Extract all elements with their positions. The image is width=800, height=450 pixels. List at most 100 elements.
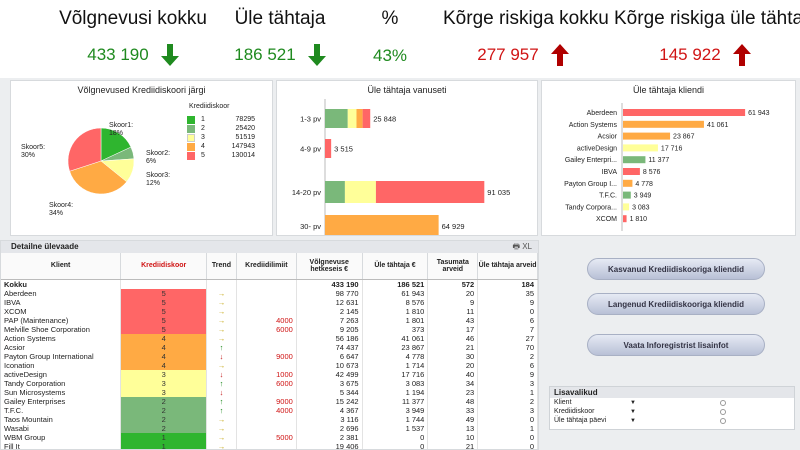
score-cell: 3 (120, 378, 207, 388)
bar[interactable] (623, 120, 704, 128)
overdue-cell: 1 810 (362, 306, 429, 316)
col-unpaid[interactable]: Tasumata arveid (427, 253, 479, 280)
dropdown-icon[interactable]: ▼ (630, 409, 638, 415)
option-row[interactable]: Klient ▼ (550, 398, 794, 407)
table-row[interactable]: T.F.C. 2 ↑ 4000 4 367 3 949 33 3 (1, 405, 538, 415)
table-row[interactable]: Melville Shoe Corporation 5 → 6000 9 205 373 1… (1, 324, 538, 334)
category-label: Aberdeen (587, 110, 617, 117)
bar[interactable] (623, 109, 746, 116)
pie-chart[interactable]: Skoor1: 18% Skoor2: 6% Skoor3: 12% Skoor4: 34% S… (11, 95, 181, 235)
col-client[interactable]: Klient (1, 253, 122, 280)
bar-segment[interactable] (362, 109, 371, 128)
col-score[interactable]: Krediidiskoor (120, 253, 207, 280)
kpi-high-risk-overdue: Kõrge riskiga üle tähtaja 145 922 (614, 8, 800, 66)
col-overdue-invoices[interactable]: Üle tähtaja arveid (477, 253, 538, 280)
table-row[interactable]: Sun Microsystems 3 ↓ 5 344 1 194 23 1 (1, 387, 538, 397)
table-row[interactable]: Tandy Corporation 3 ↑ 6000 3 675 3 083 34 3 (1, 378, 538, 388)
legend-swatch (187, 151, 195, 160)
limit-cell: 4000 (236, 405, 297, 415)
limit-cell (236, 288, 297, 298)
export-icons[interactable]: 🖶 XL (512, 241, 532, 253)
table-row[interactable]: Aberdeen 5 → 98 770 61 943 20 35 (1, 288, 538, 298)
unpaid-cell: 13 (427, 423, 479, 433)
bar-segment[interactable] (325, 139, 332, 158)
table-row[interactable]: activeDesign 3 ↓ 1000 42 499 17 716 40 9 (1, 369, 538, 379)
overdue-invoices-cell: 184 (477, 279, 538, 289)
limit-cell (236, 414, 297, 424)
clients-chart[interactable]: Aberdeen 61 943 Action Systems 41 061 Acsior… (542, 95, 795, 235)
decreased-score-button[interactable]: Langenud Krediidiskooriga kliendid (587, 293, 765, 315)
overdue-invoices-cell: 9 (477, 297, 538, 307)
table-row[interactable]: Action Systems 4 → 56 186 41 061 46 27 (1, 333, 538, 343)
category-label: Tandy Corpora... (565, 204, 617, 211)
bar-segment[interactable] (325, 215, 439, 235)
table-row[interactable]: Gailey Enterprises 2 ↑ 9000 15 242 11 377 48 2 (1, 396, 538, 406)
options-title: Lisavalikud (550, 387, 794, 398)
category-label: IBVA (602, 169, 618, 176)
bar[interactable] (623, 191, 631, 199)
table-row[interactable]: Acsior 4 ↑ 74 437 23 867 21 70 (1, 342, 538, 352)
bar-segment[interactable] (325, 109, 348, 128)
bar[interactable] (623, 156, 646, 164)
balance-cell: 3 675 (296, 378, 363, 388)
table-row[interactable]: Fill It 1 → 19 406 0 21 0 (1, 441, 538, 449)
bar[interactable] (623, 179, 633, 187)
radio-button[interactable] (720, 399, 726, 406)
table-row[interactable]: Iconation 4 → 10 673 1 714 20 6 (1, 360, 538, 370)
bar-segment[interactable] (375, 181, 485, 203)
radio-button[interactable] (720, 408, 726, 415)
bar[interactable] (623, 215, 627, 223)
bar-segment[interactable] (344, 181, 376, 203)
limit-cell (236, 441, 297, 449)
legend-title: Krediidiskoor (189, 103, 230, 110)
bar-value-label: 64 929 (442, 222, 465, 231)
slice-label: Skoor3: 12% (146, 172, 170, 187)
table-total-row[interactable]: Kokku 433 190 186 521 572 184 (1, 279, 538, 289)
bar[interactable] (623, 132, 671, 140)
option-label: Klient (554, 399, 572, 406)
col-balance[interactable]: Võlgnevuse hetkeseis € (296, 253, 363, 280)
radio-button[interactable] (720, 417, 726, 424)
overdue-invoices-cell: 27 (477, 333, 538, 343)
dropdown-icon[interactable]: ▼ (630, 418, 638, 424)
table-row[interactable]: XCOM 5 → 2 145 1 810 11 0 (1, 306, 538, 316)
bar-value-label: 8 576 (643, 169, 661, 176)
bar-value-label: 17 716 (661, 145, 683, 152)
kpi-bar: Võlgnevusi kokku 433 190 Üle tähtaja 186… (0, 0, 800, 78)
table-row[interactable]: IBVA 5 → 12 631 8 576 9 9 (1, 297, 538, 307)
overdue-cell: 3 083 (362, 378, 429, 388)
inforegister-button[interactable]: Vaata Inforegistrist lisainfot (587, 334, 765, 356)
overdue-invoices-cell: 3 (477, 378, 538, 388)
overdue-cell: 373 (362, 324, 429, 334)
bar-segment[interactable] (347, 109, 357, 128)
table-row[interactable]: Wasabi 2 → 2 696 1 537 13 1 (1, 423, 538, 433)
option-row[interactable]: Krediidiskoor ▼ (550, 407, 794, 416)
bar[interactable] (623, 203, 630, 211)
bar-segment[interactable] (325, 181, 345, 203)
trend-cell: → (206, 423, 237, 433)
table-row[interactable]: Payton Group International 4 ↓ 9000 6 647 4 7… (1, 351, 538, 361)
bar[interactable] (623, 144, 658, 152)
unpaid-cell: 43 (427, 315, 479, 325)
col-trend[interactable]: Trend (206, 253, 237, 280)
legend-label: 2 (201, 125, 205, 132)
table-row[interactable]: WBM Group 1 → 5000 2 381 0 10 0 (1, 432, 538, 442)
bar-segment[interactable] (356, 109, 363, 128)
overdue-cell: 23 867 (362, 342, 429, 352)
aging-chart[interactable]: 1-3 pv 25 848 4-9 pv 3 515 14-20 pv 91 035 30-… (277, 95, 537, 235)
legend-item: 2 25420 (187, 124, 255, 133)
dropdown-icon[interactable]: ▼ (630, 400, 638, 406)
bar-value-label: 61 943 (748, 110, 770, 117)
table-row[interactable]: Taos Mountain 2 → 3 116 1 744 49 0 (1, 414, 538, 424)
client-cell: Wasabi (1, 423, 122, 433)
overdue-invoices-cell: 6 (477, 360, 538, 370)
overdue-cell: 17 716 (362, 369, 429, 379)
kpi-title: Võlgnevusi kokku (59, 8, 207, 29)
table-row[interactable]: PAP (Maintenance) 5 → 4000 7 263 1 801 43 6 (1, 315, 538, 325)
bar[interactable] (623, 168, 640, 175)
col-limit[interactable]: Krediidilimiit (236, 253, 297, 280)
col-overdue[interactable]: Üle tähtaja € (362, 253, 429, 280)
option-row[interactable]: Üle tähtaja päevi ▼ (550, 416, 794, 425)
kpi-value: 145 922 (659, 45, 721, 64)
increased-score-button[interactable]: Kasvanud Krediidiskooriga kliendid (587, 258, 765, 280)
